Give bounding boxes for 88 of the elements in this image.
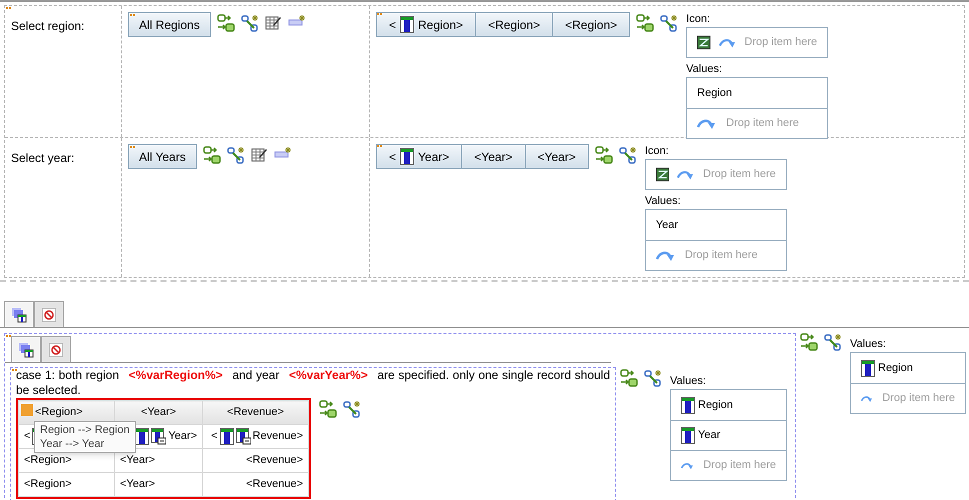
drop-hint: Drop item here [703, 167, 776, 182]
value-text: Region [698, 398, 733, 413]
stacked-pages-icon [11, 306, 27, 322]
values-label: Values: [850, 337, 887, 351]
value-text: Region [878, 360, 913, 376]
linked-boxes-icon[interactable] [202, 146, 221, 164]
linked-boxes-icon[interactable] [620, 369, 638, 387]
linked-boxes-icon[interactable] [800, 333, 818, 351]
image-icon [656, 167, 670, 182]
drop-hint: Drop item here [726, 116, 799, 132]
values-label: Values: [686, 62, 724, 76]
value-item[interactable]: Region [687, 78, 828, 108]
linked-boxes-icon[interactable] [636, 14, 654, 32]
tab[interactable] [4, 301, 34, 327]
values-label: Values: [644, 194, 682, 208]
data-column-icon [400, 16, 414, 33]
prompt-button[interactable]: All Regions [128, 12, 211, 37]
linked-nodes-star-icon[interactable] [644, 369, 662, 387]
drop-hint: Drop item here [882, 391, 955, 406]
list-option[interactable]: <Year> [462, 144, 526, 169]
linked-nodes-star-icon[interactable] [226, 146, 245, 164]
drag-handle-icon[interactable] [130, 146, 135, 151]
column-header: <Year> [114, 400, 202, 424]
table-pencil-icon[interactable] [264, 14, 282, 31]
drag-handle-icon[interactable] [6, 7, 11, 12]
value-item[interactable]: Year [671, 420, 786, 450]
curved-arrow-icon [718, 36, 736, 48]
drop-hint: Drop item here [703, 458, 776, 474]
data-column-icon [400, 148, 414, 165]
drag-handle-icon[interactable] [12, 369, 17, 374]
column-header: <Revenue> [202, 400, 308, 424]
value-text: Year [698, 428, 720, 444]
data-column-icon [861, 360, 875, 376]
list-option[interactable]: <Region> [553, 12, 630, 37]
prohibited-sign-icon [42, 308, 56, 322]
list-option[interactable]: <Year> [526, 144, 589, 169]
curved-arrow-icon [677, 168, 696, 180]
drag-handle-icon[interactable] [377, 13, 382, 18]
drag-handle-icon[interactable] [130, 14, 135, 19]
list-option[interactable]: <Region> [476, 12, 554, 37]
value-item[interactable]: Region [851, 353, 965, 383]
prohibited-sign-icon [49, 342, 63, 356]
drop-hint: Drop item here [744, 35, 818, 50]
linked-nodes-star-icon[interactable] [618, 146, 637, 164]
prompt-label: Select year: [11, 151, 74, 165]
value-item[interactable]: Year [646, 210, 786, 240]
linked-nodes-star-icon[interactable] [660, 14, 678, 32]
value-text: Year [656, 218, 678, 233]
column-list-icon [151, 428, 166, 445]
values-label: Values: [670, 374, 707, 388]
linked-boxes-icon[interactable] [594, 146, 613, 164]
curved-arrow-icon [697, 118, 718, 130]
tab[interactable] [34, 301, 64, 327]
tab[interactable] [11, 336, 41, 362]
list-option[interactable]: < Year> [376, 144, 462, 169]
image-icon [697, 35, 711, 50]
value-item[interactable]: Region [671, 390, 786, 420]
data-column-icon [681, 427, 695, 444]
linked-nodes-star-icon[interactable] [824, 333, 842, 351]
table-cell: <Revenue> [202, 472, 308, 496]
stacked-pages-icon [18, 342, 34, 358]
case-description: case 1: both region <%varRegion%> and year <%varYear%> are specified. only one single record should be selected. [16, 368, 610, 398]
table-cell: < Revenue> [202, 424, 308, 448]
list-option[interactable]: < Region> [376, 12, 476, 37]
tooltip-line: Year --> Year [40, 437, 106, 451]
drag-handle-icon[interactable] [377, 145, 382, 150]
linked-boxes-icon[interactable] [216, 14, 235, 32]
linked-nodes-star-icon[interactable] [343, 400, 361, 418]
field-star-icon[interactable] [288, 14, 306, 28]
data-column-icon [220, 428, 234, 445]
field-star-icon[interactable] [274, 146, 292, 160]
drag-handle-icon[interactable] [6, 335, 11, 340]
curved-arrow-icon [656, 250, 676, 262]
table-cell: <Revenue> [202, 448, 308, 472]
tab[interactable] [41, 336, 71, 362]
icon-label: Icon: [686, 12, 712, 26]
table-cell: <Region> [18, 472, 114, 496]
prompt-label: Select region: [11, 19, 84, 33]
data-column-icon [681, 396, 695, 414]
column-list-icon [236, 428, 251, 445]
linked-nodes-star-icon[interactable] [240, 14, 259, 32]
drop-hint: Drop item here [684, 248, 758, 264]
linked-boxes-icon[interactable] [319, 400, 337, 418]
value-text: Region [697, 86, 732, 101]
table-pencil-icon[interactable] [250, 146, 268, 163]
table-cell: <Year> [114, 472, 202, 496]
icon-label: Icon: [644, 144, 670, 158]
prompt-button[interactable]: All Years [128, 144, 197, 169]
